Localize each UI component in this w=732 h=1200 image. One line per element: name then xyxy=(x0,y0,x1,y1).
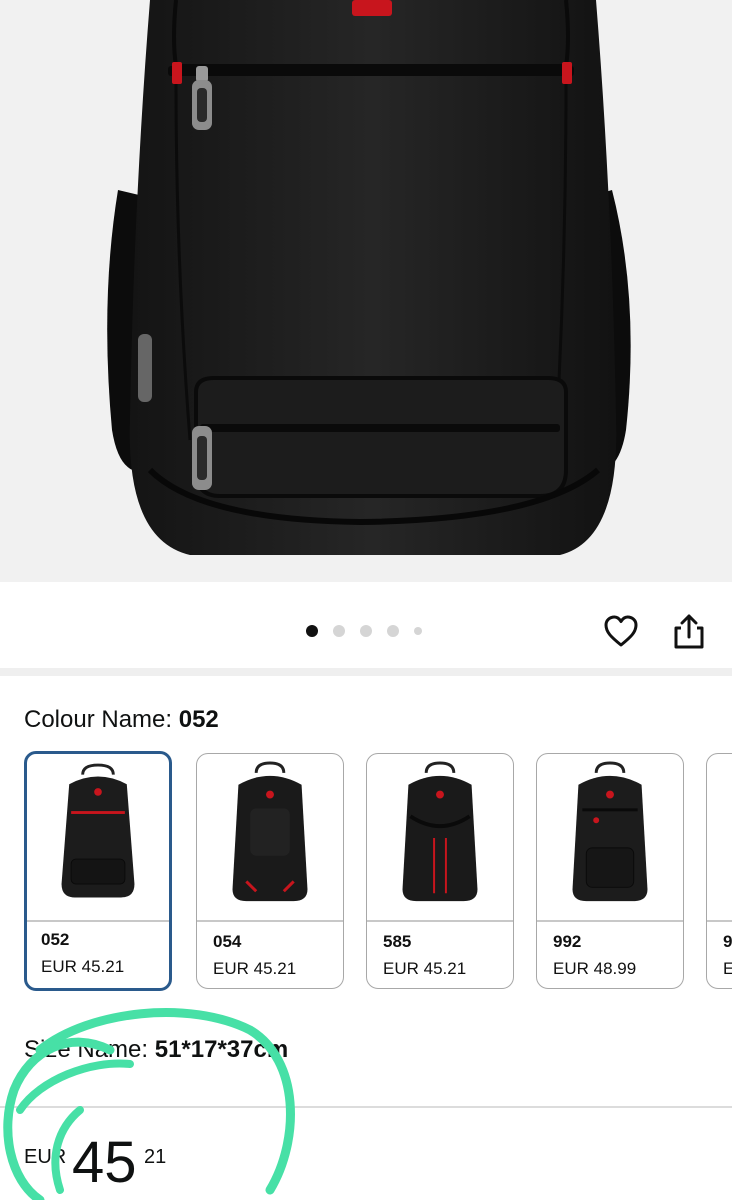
divider-line xyxy=(0,1106,732,1108)
section-divider xyxy=(0,668,732,676)
share-button[interactable] xyxy=(670,612,708,650)
size-name-value: 51*17*37cm xyxy=(154,1036,289,1063)
colour-swatch-052[interactable]: 052 EUR 45.21 xyxy=(24,751,172,991)
swatch-divider xyxy=(707,920,732,922)
colour-name-heading: Colour Name: 052 xyxy=(24,706,219,734)
swatch-code: 992 xyxy=(553,932,582,951)
swatch-code: 585 xyxy=(383,932,412,951)
colour-swatch-992[interactable]: 992 EUR 48.99 xyxy=(536,753,684,989)
swatch-code: 052 xyxy=(41,930,70,949)
share-icon xyxy=(674,614,704,649)
swatch-price: EUR 45.21 xyxy=(213,959,297,978)
swatch-thumbnail xyxy=(232,761,308,902)
carousel-dots[interactable] xyxy=(306,624,437,638)
carousel-dot-4[interactable] xyxy=(387,625,399,637)
heart-icon xyxy=(604,615,638,647)
size-name-label: Size Name: xyxy=(24,1036,149,1063)
price-whole: 45 xyxy=(72,1130,137,1195)
swatch-thumbnail xyxy=(61,763,135,898)
price-currency: EUR xyxy=(24,1146,67,1168)
swatch-divider xyxy=(197,920,343,922)
carousel-dot-5[interactable] xyxy=(414,627,422,635)
product-image[interactable] xyxy=(0,0,732,582)
wishlist-button[interactable] xyxy=(602,612,640,650)
carousel-dot-3[interactable] xyxy=(360,625,372,637)
price-fraction: 21 xyxy=(144,1146,167,1168)
swatch-divider xyxy=(537,920,683,922)
colour-swatch-partial[interactable]: 9 E xyxy=(706,753,732,989)
swatch-code: 054 xyxy=(213,932,242,951)
swatch-thumbnail xyxy=(572,761,648,902)
colour-name-label: Colour Name: xyxy=(24,706,173,733)
swatch-price: E xyxy=(723,959,732,979)
colour-swatch-585[interactable]: 585 EUR 45.21 xyxy=(366,753,514,989)
image-controls xyxy=(0,582,732,668)
swatch-code: 9 xyxy=(723,932,732,951)
swatch-divider xyxy=(367,920,513,922)
backpack-image xyxy=(107,0,631,555)
swatch-divider xyxy=(27,920,169,922)
size-name-heading: Size Name: 51*17*37cm xyxy=(24,1036,288,1064)
colour-name-value: 052 xyxy=(178,706,219,733)
swatch-thumbnail xyxy=(402,761,478,902)
colour-swatch-054[interactable]: 054 EUR 45.21 xyxy=(196,753,344,989)
swatch-price: EUR 45.21 xyxy=(41,957,125,976)
swatch-price: EUR 48.99 xyxy=(553,959,637,978)
carousel-dot-2[interactable] xyxy=(333,625,345,637)
swatch-price: EUR 45.21 xyxy=(383,959,467,978)
colour-swatch-list[interactable]: 052 EUR 45.21 054 EUR 45.21 585 EUR 45.2… xyxy=(24,751,732,995)
carousel-dot-1[interactable] xyxy=(306,625,318,637)
